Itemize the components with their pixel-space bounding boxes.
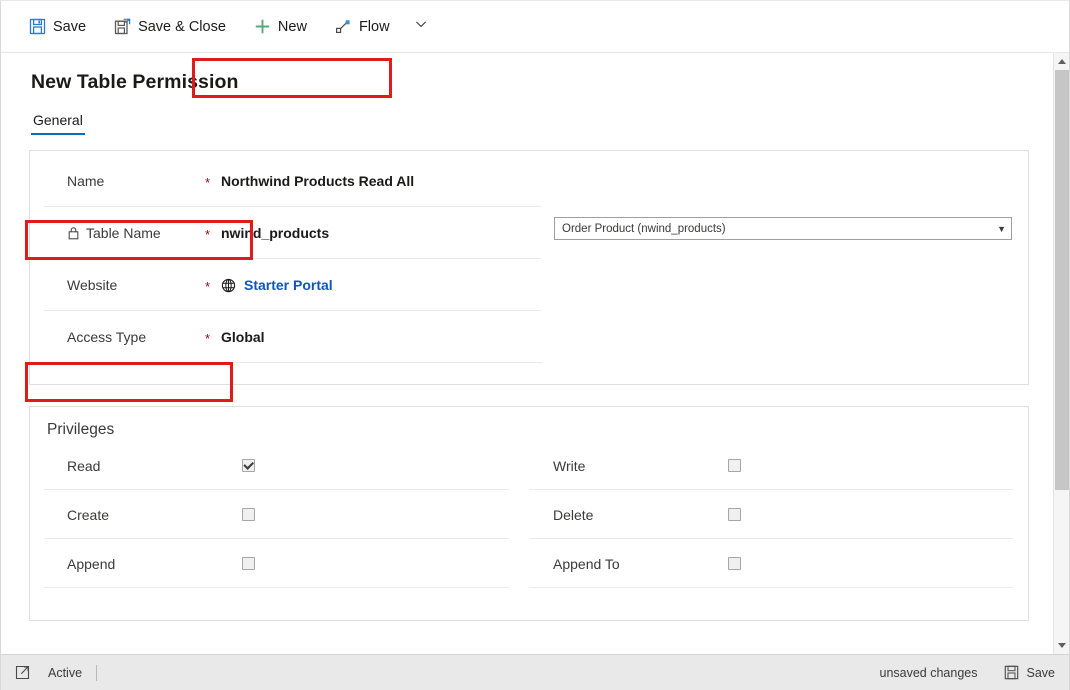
tab-general-label: General [33,112,83,128]
save-and-close-disk-icon [114,18,131,35]
status-save-button[interactable]: Save [1004,665,1056,680]
privilege-row-append-to: Append To [529,539,1028,588]
flow-button[interactable]: Flow [325,9,400,45]
privilege-label-write: Write [553,457,586,474]
tab-strip: General [31,112,1029,135]
flow-icon [335,18,352,35]
field-row-table-name: Table Name * nwind_products [30,207,542,259]
field-value-access-type[interactable]: Global [221,329,265,345]
required-marker-access-type: * [205,330,211,346]
privileges-column-left: Read Create Append [30,441,529,588]
privileges-heading: Privileges [47,421,115,438]
chevron-down-icon [414,17,428,36]
vertical-scrollbar[interactable] [1053,53,1069,654]
status-save-label: Save [1026,665,1056,680]
field-label-name-text: Name [67,173,105,189]
required-marker-name: * [205,174,211,190]
save-button-label: Save [53,18,87,35]
privilege-label-append: Append [67,555,116,572]
field-value-website-link[interactable]: Starter Portal [244,277,333,293]
field-value-website[interactable]: Starter Portal [221,277,333,293]
table-lookup-value: Order Product (nwind_products) [562,222,726,235]
save-button[interactable]: Save [19,9,96,45]
privilege-checkbox-delete[interactable] [728,508,741,521]
privilege-row-create: Create [30,490,529,539]
status-state-label: Active [48,665,83,680]
general-section-card: Name * Northwind Products Read All Table… [29,150,1029,385]
privilege-checkbox-append-to[interactable] [728,557,741,570]
flow-overflow-chevron[interactable] [408,9,434,45]
new-button[interactable]: New [244,9,317,45]
privilege-row-append: Append [30,539,529,588]
privilege-label-read: Read [67,457,101,474]
table-lookup-dropdown[interactable]: Order Product (nwind_products) ▼ [554,217,1012,240]
command-bar: Save Save & Close New Flow [1,1,1069,53]
privilege-checkbox-read[interactable] [242,459,255,472]
privileges-column-right: Write Delete Append To [529,441,1028,588]
globe-icon [221,278,236,293]
field-value-table-name: nwind_products [221,225,329,241]
field-label-name: Name [30,173,205,189]
save-disk-icon [29,18,46,35]
required-marker-table-name: * [205,226,211,242]
field-label-access-type: Access Type [30,329,205,345]
chevron-down-icon: ▼ [997,223,1006,234]
scroll-up-arrow[interactable] [1054,53,1070,70]
status-bar: Active unsaved changes Save [1,654,1069,690]
privilege-label-create: Create [67,506,110,523]
scroll-down-arrow[interactable] [1054,637,1070,654]
save-and-close-button[interactable]: Save & Close [104,9,236,45]
privilege-row-delete: Delete [529,490,1028,539]
form-scroll-area: New Table Permission General Name * Nort… [1,53,1069,654]
field-value-access-type-text: Global [221,329,265,345]
flow-button-label: Flow [358,18,390,35]
privilege-label-append-to: Append To [553,555,620,572]
table-permission-form-window: Save Save & Close New Flow New Table Per… [0,0,1070,690]
scrollbar-thumb[interactable] [1054,70,1069,490]
open-record-icon[interactable] [15,665,30,680]
field-row-access-type: Access Type * Global [30,311,542,363]
privilege-checkbox-create[interactable] [242,508,255,521]
page-title: New Table Permission [31,71,239,93]
field-row-name: Name * Northwind Products Read All [30,155,542,207]
plus-icon [254,18,271,35]
save-disk-icon [1004,665,1019,680]
tab-general[interactable]: General [31,112,85,135]
field-label-table-name: Table Name [30,225,205,241]
required-marker-website: * [205,278,211,294]
field-label-website: Website [30,277,205,293]
field-label-access-type-text: Access Type [67,329,147,345]
save-and-close-button-label: Save & Close [138,18,226,35]
privilege-checkbox-write[interactable] [728,459,741,472]
unsaved-changes-label: unsaved changes [879,665,978,680]
new-button-label: New [277,18,307,35]
field-row-website: Website * Starter Portal [30,259,542,311]
privileges-section-card: Privileges Read Create Append Write Dele… [29,406,1029,621]
field-label-website-text: Website [67,277,118,293]
field-value-name-text: Northwind Products Read All [221,173,415,189]
lock-icon [67,226,80,240]
privilege-checkbox-append[interactable] [242,557,255,570]
status-separator [96,664,98,681]
scrollbar-track[interactable] [1054,70,1070,637]
privilege-label-delete: Delete [553,506,594,523]
privilege-row-read: Read [30,441,529,490]
field-value-table-name-text: nwind_products [221,225,330,241]
field-value-name[interactable]: Northwind Products Read All [221,173,414,189]
privilege-row-write: Write [529,441,1028,490]
field-label-table-name-text: Table Name [86,225,161,241]
